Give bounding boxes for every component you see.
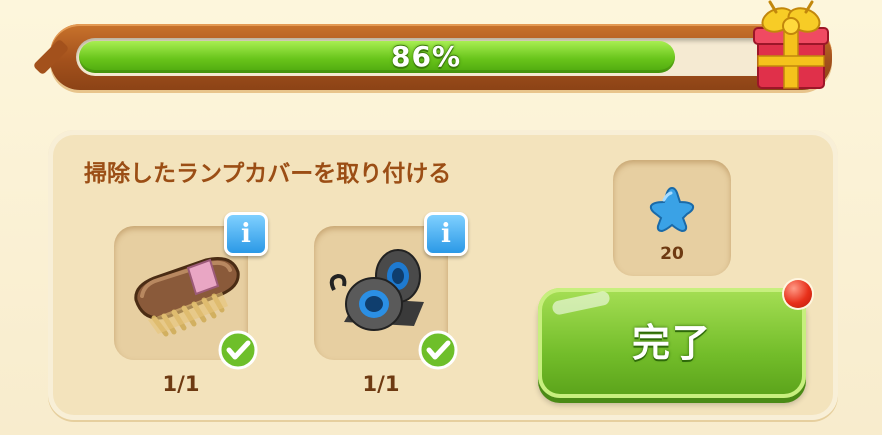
item-slot-tape[interactable]: i xyxy=(314,212,468,370)
quest-panel: 掃除したランプカバーを取り付ける i 1/1 i 1/1 20 完了 xyxy=(48,130,838,420)
quest-title: 掃除したランプカバーを取り付ける xyxy=(84,161,452,187)
check-icon xyxy=(218,330,258,370)
reward-amount: 20 xyxy=(660,244,684,264)
complete-button-label: 完了 xyxy=(631,321,712,365)
info-button[interactable]: i xyxy=(224,212,268,256)
progress-bar: 86% xyxy=(50,24,832,90)
blue-star-icon xyxy=(649,186,695,233)
check-icon xyxy=(418,330,458,370)
quest-screen: 86% 掃除したランプカバーを取り付ける i 1/1 i 1/1 20 完了 xyxy=(0,0,882,435)
item-count-tape: 1/1 xyxy=(362,372,400,396)
info-button[interactable]: i xyxy=(424,212,468,256)
item-count-brush: 1/1 xyxy=(162,372,200,396)
reward-slot: 20 xyxy=(613,160,731,276)
progress-percent: 86% xyxy=(390,40,462,73)
notification-badge xyxy=(784,280,812,308)
item-slot-brush[interactable]: i xyxy=(114,212,268,370)
complete-button[interactable]: 完了 xyxy=(538,288,806,398)
progress-track: 86% xyxy=(76,38,776,76)
gift-box-icon[interactable] xyxy=(748,0,834,92)
